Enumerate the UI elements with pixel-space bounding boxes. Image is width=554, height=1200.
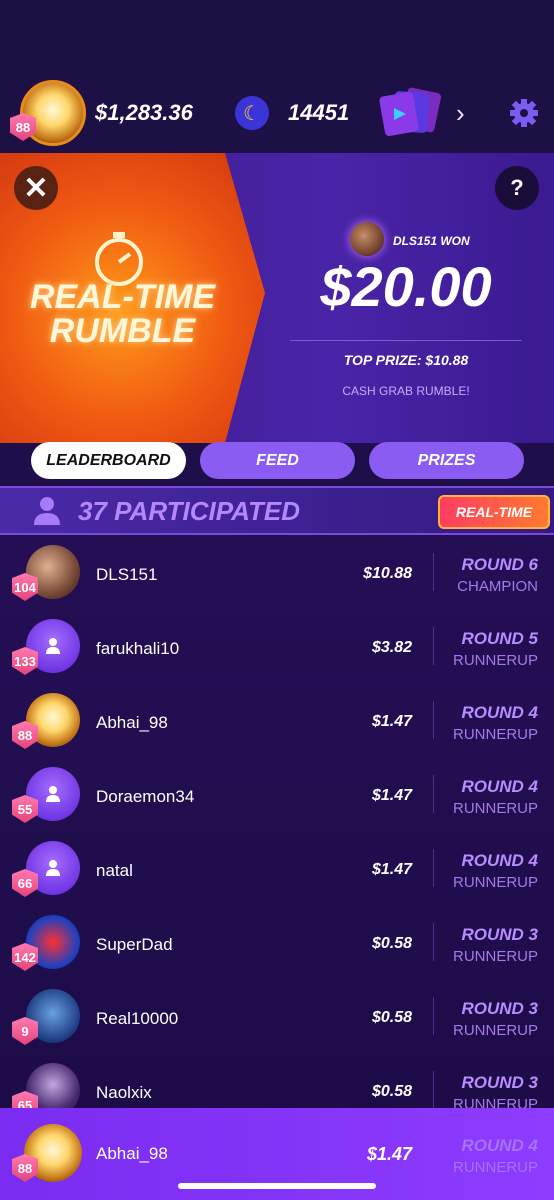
level-badge: 55 [12, 795, 38, 823]
status-label: RUNNERUP [452, 874, 538, 891]
leaderboard-row[interactable]: 55 Doraemon34 $1.47 ROUND 4 RUNNERUP [0, 759, 554, 833]
leaderboard-row[interactable]: 9 Real10000 $0.58 ROUND 3 RUNNERUP [0, 981, 554, 1055]
prize-amount: $1.47 [371, 861, 412, 878]
status-label: CHAMPION [457, 578, 538, 595]
level-badge: 133 [12, 647, 38, 675]
row-divider [433, 1071, 434, 1108]
prize-amount: $0.58 [371, 1009, 412, 1026]
round-label: ROUND 3 [461, 1073, 538, 1092]
level-badge: 104 [12, 573, 38, 601]
prize-amount: $1.47 [371, 713, 412, 730]
username: DLS151 [96, 565, 158, 584]
prize-amount: $0.58 [371, 1083, 412, 1100]
round-label: ROUND 3 [461, 999, 538, 1018]
round-label: ROUND 4 [461, 1136, 538, 1155]
prize-amount: $10.88 [363, 565, 412, 582]
tab-leaderboard[interactable]: LEADERBOARD [31, 442, 186, 479]
row-divider [433, 849, 434, 887]
level-badge: 66 [12, 869, 38, 897]
top-prize: TOP PRIZE: $10.88 [343, 352, 469, 368]
username: Doraemon34 [96, 787, 195, 806]
status-label: RUNNERUP [452, 1159, 538, 1176]
round-label: ROUND 4 [461, 703, 538, 722]
level-badge: 88 [12, 1154, 38, 1182]
cards-icon[interactable] [376, 86, 454, 138]
row-divider [433, 627, 434, 665]
moon-coin-icon: ☾ [235, 96, 269, 130]
leaderboard-row[interactable]: 66 natal $1.47 ROUND 4 RUNNERUP [0, 833, 554, 907]
status-label: RUNNERUP [452, 1022, 538, 1039]
leaderboard-row[interactable]: 65 Naolxix $0.58 ROUND 3 RUNNERUP [0, 1055, 554, 1108]
prize-amount: $0.58 [371, 935, 412, 952]
rumble-subtitle: CASH GRAB RUMBLE! [342, 384, 470, 398]
username: SuperDad [96, 935, 173, 954]
round-label: ROUND 5 [461, 629, 538, 648]
leaderboard-row[interactable]: 133 farukhali10 $3.82 ROUND 5 RUNNERUP [0, 611, 554, 685]
winner-text: DLS151 WON [393, 234, 470, 248]
username: farukhali10 [96, 639, 180, 658]
round-label: ROUND 4 [461, 851, 538, 870]
status-label: RUNNERUP [452, 726, 538, 743]
row-divider [433, 701, 434, 739]
level-badge: 142 [12, 943, 38, 971]
username: Naolxix [96, 1083, 152, 1102]
row-divider [433, 553, 434, 591]
prize-amount: $3.82 [371, 639, 412, 656]
leaderboard-list[interactable]: 104 DLS151 $10.88 ROUND 6 CHAMPION 133 f… [0, 535, 554, 1108]
tab-prizes[interactable]: PRIZES [369, 442, 524, 479]
round-label: ROUND 4 [461, 777, 538, 796]
level-badge: 9 [12, 1017, 38, 1045]
leaderboard-row[interactable]: 142 SuperDad $0.58 ROUND 3 RUNNERUP [0, 907, 554, 981]
status-label: RUNNERUP [452, 800, 538, 817]
status-label: RUNNERUP [452, 948, 538, 965]
home-indicator[interactable] [178, 1183, 376, 1189]
cash-balance: $1,283.36 [95, 100, 193, 125]
winner-avatar [350, 222, 384, 256]
help-button[interactable]: ? [495, 166, 539, 210]
row-divider [433, 997, 434, 1035]
gear-icon[interactable] [508, 97, 540, 129]
username: natal [96, 861, 133, 880]
participants-bar: 37 PARTICIPATED REAL-TIME [0, 486, 554, 535]
row-divider [433, 923, 434, 961]
round-label: ROUND 3 [461, 925, 538, 944]
username: Abhai_98 [96, 713, 168, 732]
rumble-title: REAL-TIME RUMBLE [29, 278, 216, 350]
tab-feed[interactable]: FEED [200, 442, 355, 479]
prize-amount: $1.47 [371, 787, 412, 804]
leaderboard-row[interactable]: 88 Abhai_98 $1.47 ROUND 4 RUNNERUP [0, 685, 554, 759]
winner-amount: $20.00 [320, 255, 492, 318]
chevron-right-icon[interactable]: › [456, 98, 465, 129]
username: Real10000 [96, 1009, 179, 1028]
prize-amount: $1.47 [366, 1144, 412, 1164]
close-button[interactable]: ✕ [14, 166, 58, 210]
round-label: ROUND 6 [461, 555, 538, 574]
row-divider [433, 775, 434, 813]
person-icon [34, 497, 60, 525]
banner-divider [290, 340, 522, 341]
coin-count: 14451 [288, 100, 350, 125]
participants-count: 37 PARTICIPATED [78, 496, 301, 526]
level-badge: 88 [12, 721, 38, 749]
top-bar: 88 $1,283.36 ☾ 14451 › [0, 0, 554, 153]
status-label: RUNNERUP [452, 652, 538, 669]
realtime-tag: REAL-TIME [438, 495, 550, 529]
status-label: RUNNERUP [452, 1096, 538, 1108]
leaderboard-row[interactable]: 104 DLS151 $10.88 ROUND 6 CHAMPION [0, 537, 554, 611]
username: Abhai_98 [96, 1144, 168, 1163]
